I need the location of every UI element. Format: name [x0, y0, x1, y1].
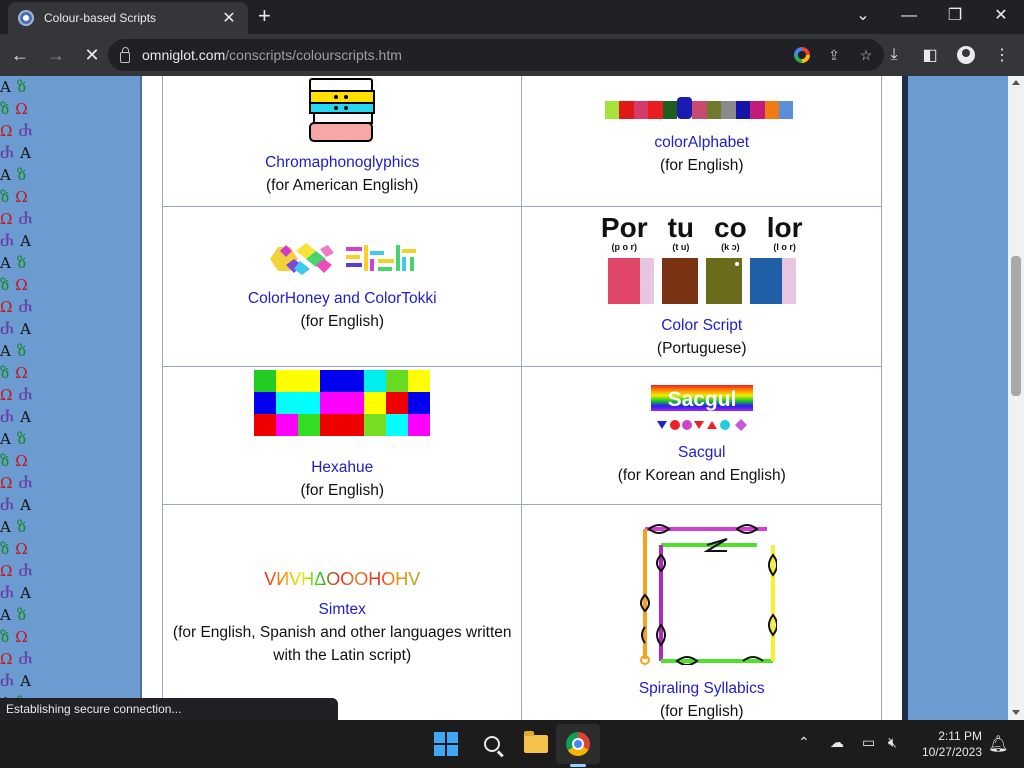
start-windows-icon[interactable]: [430, 728, 462, 760]
restore-button[interactable]: ❐: [932, 4, 978, 28]
sample-word: co: [714, 211, 747, 243]
hexahue-sample-image: [163, 369, 521, 436]
onedrive-cloud-icon[interactable]: ☁: [830, 734, 844, 751]
table-row: Hexahue (for English) Sacgul Sacgul (for…: [161, 366, 882, 505]
forward-arrow-icon[interactable]: →: [40, 39, 72, 71]
table-row: VИVHΔOOOHOHV Simtex (for English, Spanis…: [161, 504, 882, 720]
script-cell-spiraling-syllabics: Spiraling Syllabics (for English): [521, 504, 882, 720]
url-path: /conscripts/colourscripts.htm: [225, 47, 402, 63]
minimize-button[interactable]: —: [886, 4, 932, 28]
web-viewport: AზზΩΩႻႻAAზზΩΩႻႻAAზზΩΩႻႻAAზზΩΩႻႻAAზზΩΩႻႻA…: [0, 76, 1024, 720]
stop-loading-icon[interactable]: ✕: [76, 39, 108, 71]
script-cell-sacgul: Sacgul Sacgul (for Korean and English): [521, 366, 882, 505]
tab-title: Colour-based Scripts: [44, 11, 157, 25]
show-hidden-icons-chevron-up-icon[interactable]: ⌃: [798, 734, 810, 751]
clock-date: 10/27/2023: [921, 745, 982, 759]
active-tab[interactable]: Colour-based Scripts ✕: [8, 2, 248, 34]
simtex-sample-image: VИVHΔOOOHOHV: [163, 569, 521, 590]
table-row: Chromaphonoglyphics (for American Englis…: [161, 76, 882, 207]
script-link-color-script[interactable]: Color Script: [522, 314, 881, 337]
system-clock[interactable]: 2:11 PM 10/27/2023: [912, 728, 982, 760]
page-content: Chromaphonoglyphics (for American Englis…: [140, 76, 908, 720]
script-cell-colorhoney: ColorHoney and ColorTokki (for English): [161, 206, 523, 367]
sacgul-sample-word: Sacgul: [667, 388, 736, 411]
chrome-icon[interactable]: [562, 728, 594, 760]
spiraling-syllabics-sample-image: [522, 515, 881, 665]
search-icon[interactable]: [476, 728, 508, 760]
volume-muted-icon[interactable]: 🔇︎: [888, 734, 897, 751]
sample-word: lor: [766, 211, 803, 243]
sacgul-sample-image: Sacgul: [522, 384, 881, 437]
decorative-sidebar-pattern: AზზΩΩႻႻAAზზΩΩႻႻAAზზΩΩႻႻAAზზΩΩႻႻAAზზΩΩႻႻA…: [0, 78, 33, 720]
scroll-up-arrow-icon[interactable]: [1012, 80, 1020, 85]
bookmark-star-icon[interactable]: ☆: [856, 45, 876, 65]
scroll-down-arrow-icon[interactable]: [1012, 710, 1020, 715]
colorhoney-colortokki-sample-image: [163, 241, 521, 279]
script-link-coloralphabet[interactable]: colorAlphabet: [522, 131, 881, 154]
script-link-sacgul[interactable]: Sacgul: [522, 441, 881, 464]
color-script-sample-image: Por (p o r) tu (t u) co (k ɔ) lor (l o r): [522, 211, 881, 308]
script-description: (for Korean and English): [617, 466, 786, 484]
script-link-colorhoney-colortokki[interactable]: ColorHoney and ColorTokki: [163, 287, 521, 310]
script-link-simtex[interactable]: Simtex: [163, 598, 521, 621]
script-description: (for English): [300, 481, 384, 499]
chromaphonoglyphics-sample-image: [163, 77, 521, 145]
close-tab-icon[interactable]: ✕: [220, 8, 238, 28]
share-icon[interactable]: ⇪: [824, 45, 844, 65]
tab-strip: Colour-based Scripts ✕ + ⌄ — ❐ ✕: [0, 0, 1024, 34]
coloralphabet-sample-image: [522, 96, 881, 121]
sample-ipa: (k ɔ): [721, 241, 740, 252]
sample-word: tu: [667, 211, 695, 243]
script-description: (for English): [659, 703, 744, 720]
profile-avatar-icon[interactable]: [950, 39, 982, 71]
url-host: omniglot.com: [142, 47, 226, 63]
script-description: (Portuguese): [656, 339, 747, 357]
script-cell-coloralphabet: colorAlphabet (for English): [521, 76, 882, 207]
sample-ipa: (t u): [672, 241, 690, 252]
script-description: (for English): [659, 156, 744, 174]
new-tab-button[interactable]: +: [258, 5, 271, 27]
sample-word: Por: [600, 211, 648, 243]
file-explorer-folder-icon[interactable]: [520, 728, 552, 760]
script-cell-chromaphonoglyphics: Chromaphonoglyphics (for American Englis…: [161, 76, 523, 207]
script-link-hexahue[interactable]: Hexahue: [163, 456, 521, 479]
side-panel-icon[interactable]: ◧: [914, 39, 946, 71]
colour-scripts-table: Chromaphonoglyphics (for American Englis…: [161, 76, 882, 720]
script-link-spiraling-syllabics[interactable]: Spiraling Syllabics: [522, 677, 881, 700]
lock-icon[interactable]: [120, 46, 130, 63]
menu-kebab-icon[interactable]: ⋮: [986, 39, 1018, 71]
sample-ipa: (p o r): [611, 241, 638, 252]
clock-time: 2:11 PM: [938, 729, 982, 743]
script-link-chromaphonoglyphics[interactable]: Chromaphonoglyphics: [163, 151, 521, 174]
script-cell-simtex: VИVHΔOOOHOHV Simtex (for English, Spanis…: [161, 504, 523, 720]
table-row: ColorHoney and ColorTokki (for English) …: [161, 206, 882, 367]
display-icon[interactable]: ▭: [862, 734, 875, 751]
scrollbar-thumb[interactable]: [1011, 256, 1021, 396]
running-indicator: [570, 764, 586, 767]
close-window-button[interactable]: ✕: [978, 4, 1024, 28]
script-cell-color-script: Por (p o r) tu (t u) co (k ɔ) lor (l o r): [521, 206, 882, 367]
script-cell-hexahue: Hexahue (for English): [161, 366, 523, 505]
address-bar[interactable]: omniglot.com/conscripts/colourscripts.ht…: [108, 39, 884, 71]
vertical-scrollbar[interactable]: [1008, 76, 1024, 720]
sample-ipa: (l o r): [773, 241, 796, 252]
back-arrow-icon[interactable]: ←: [4, 39, 36, 71]
browser-toolbar: ← → ✕ omniglot.com/conscripts/colourscri…: [0, 34, 1024, 76]
script-description: (for American English): [265, 176, 419, 194]
omniglot-favicon-icon: [18, 10, 34, 26]
windows-taskbar: ⌃ ☁ ▭ 🔇︎ 2:11 PM 10/27/2023 🔔︎: [0, 720, 1024, 768]
notifications-bell-icon[interactable]: 🔔︎: [988, 734, 1008, 754]
script-description: (for English, Spanish and other language…: [172, 624, 512, 664]
tab-search-chevron-down-icon[interactable]: ⌄: [840, 4, 886, 28]
download-icon[interactable]: ⤓: [878, 39, 910, 71]
google-lens-icon[interactable]: [792, 45, 812, 65]
status-bubble: Establishing secure connection...: [0, 698, 338, 720]
script-description: (for English): [300, 312, 384, 330]
simtex-sample-text: VИVHΔOOOHOHV: [264, 569, 421, 589]
screen: Colour-based Scripts ✕ + ⌄ — ❐ ✕ ← → ✕ o…: [0, 0, 1024, 768]
